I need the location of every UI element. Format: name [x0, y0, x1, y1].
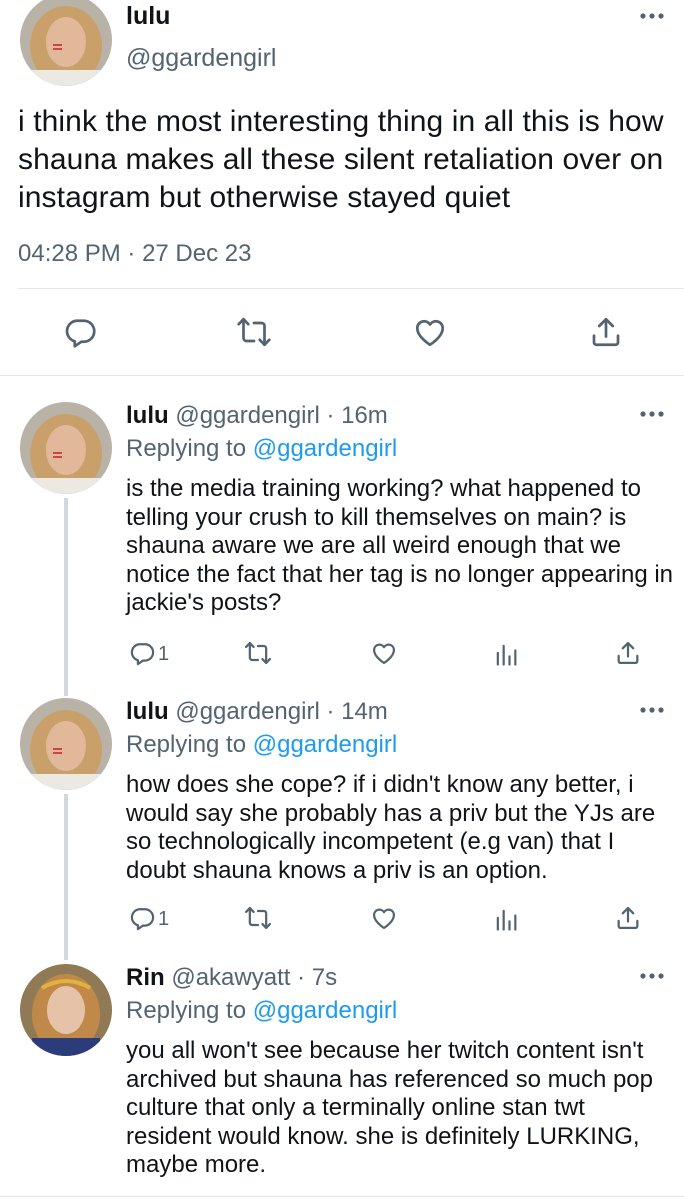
replying-to-link[interactable]: @ggardengirl: [253, 435, 397, 462]
replying-to: Replying to @ggardengirl: [126, 731, 397, 759]
reply-tweet: Rin @akawyatt · 7s Replying to @ggardeng…: [0, 964, 684, 1200]
replying-to-link[interactable]: @ggardengirl: [253, 997, 397, 1024]
display-name[interactable]: lulu: [126, 2, 170, 31]
like-icon[interactable]: [412, 314, 448, 350]
display-name[interactable]: lulu: [126, 698, 169, 725]
retweet-icon[interactable]: [244, 639, 272, 667]
user-handle[interactable]: @akawyatt: [171, 964, 290, 991]
meta-separator: ·: [120, 240, 143, 267]
reply-tweet: lulu @ggardengirl · 16m Replying to @gga…: [0, 402, 684, 696]
reply-header: Rin @akawyatt · 7s: [126, 964, 338, 991]
reply-icon[interactable]: [128, 639, 156, 667]
tweet-age: 16m: [341, 402, 388, 429]
thread-line: [64, 794, 68, 960]
reply-text: is the media training working? what happ…: [126, 475, 674, 616]
user-handle[interactable]: @ggardengirl: [175, 698, 319, 725]
more-icon[interactable]: [640, 12, 664, 20]
display-name[interactable]: Rin: [126, 964, 165, 991]
replying-to: Replying to @ggardengirl: [126, 997, 397, 1025]
share-icon[interactable]: [588, 314, 624, 350]
retweet-icon[interactable]: [244, 904, 272, 932]
tweet-age: 7s: [311, 964, 338, 991]
reply-header: lulu @ggardengirl · 16m: [126, 402, 388, 429]
reply-tweet: lulu @ggardengirl · 14m Replying to @gga…: [0, 698, 684, 966]
share-icon[interactable]: [614, 639, 642, 667]
replying-to-link[interactable]: @ggardengirl: [253, 731, 397, 758]
like-icon[interactable]: [370, 639, 398, 667]
more-icon[interactable]: [640, 972, 664, 980]
replying-to-label: Replying to: [126, 731, 253, 758]
avatar[interactable]: [20, 698, 112, 790]
avatar[interactable]: [20, 0, 112, 86]
more-icon[interactable]: [640, 706, 664, 714]
reply-header: lulu @ggardengirl · 14m: [126, 698, 388, 725]
avatar[interactable]: [20, 402, 112, 494]
reply-text: how does she cope? if i didn't know any …: [126, 771, 656, 884]
like-icon[interactable]: [370, 904, 398, 932]
avatar[interactable]: [20, 964, 112, 1056]
reply-icon[interactable]: [62, 314, 98, 350]
share-icon[interactable]: [614, 904, 642, 932]
replying-to-label: Replying to: [126, 997, 253, 1024]
tweet-date: 27 Dec 23: [142, 240, 252, 267]
reply-text: you all won't see because her twitch con…: [126, 1037, 654, 1178]
user-handle[interactable]: @ggardengirl: [126, 44, 276, 73]
reply-count: 1: [158, 643, 170, 665]
tweet-text: i think the most interesting thing in al…: [18, 105, 664, 214]
more-icon[interactable]: [640, 410, 664, 418]
reply-count: 1: [158, 908, 170, 930]
reply-icon[interactable]: [128, 904, 156, 932]
analytics-icon[interactable]: [492, 640, 520, 668]
thread-line: [64, 498, 68, 696]
analytics-icon[interactable]: [492, 905, 520, 933]
replying-to: Replying to @ggardengirl: [126, 435, 397, 463]
retweet-icon[interactable]: [236, 314, 272, 350]
user-handle[interactable]: @ggardengirl: [175, 402, 319, 429]
display-name[interactable]: lulu: [126, 402, 169, 429]
replying-to-label: Replying to: [126, 435, 253, 462]
tweet-age: 14m: [341, 698, 388, 725]
main-tweet: lulu @ggardengirl i think the most inter…: [0, 0, 684, 376]
divider: [0, 1196, 684, 1197]
tweet-time: 04:28 PM: [18, 240, 121, 267]
tweet-timestamp: 04:28 PM · 27 Dec 23: [18, 240, 251, 268]
divider: [18, 288, 684, 289]
